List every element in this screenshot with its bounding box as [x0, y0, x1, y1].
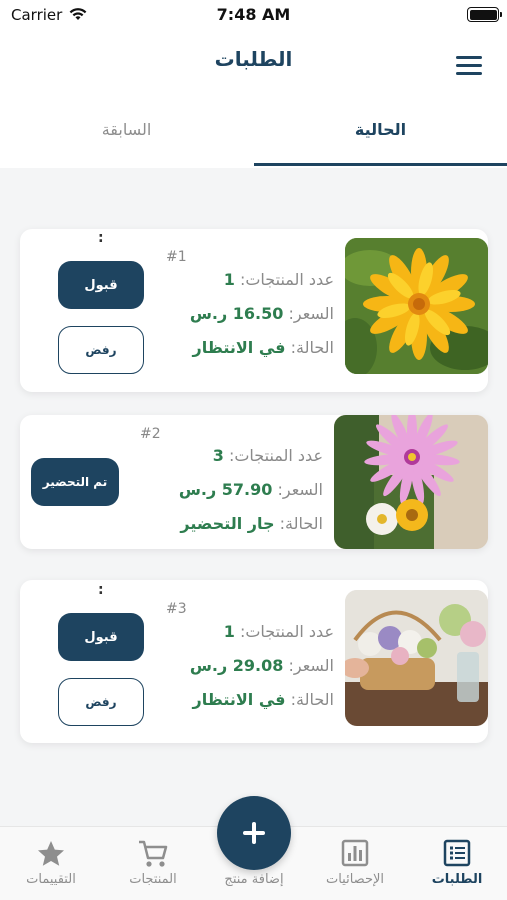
battery-icon — [467, 7, 502, 22]
tab-orders[interactable]: الطلبات — [407, 827, 507, 900]
accept-button[interactable]: قبول — [58, 261, 144, 309]
count-label: عدد المنتجات: — [228, 446, 323, 465]
statistics-chart-icon — [341, 839, 369, 871]
order-separator: : — [98, 582, 104, 598]
order-status-line: الحالة: في الانتظار — [193, 338, 334, 357]
order-number: #2 — [140, 426, 161, 442]
tab-statistics-label: الإحصائيات — [325, 872, 385, 887]
order-image-flower-basket — [345, 590, 488, 726]
price-value: 29.08 ر.س — [189, 656, 284, 675]
order-count-line: عدد المنتجات: 1 — [224, 622, 334, 641]
page-title: الطلبات — [214, 47, 293, 71]
reject-button[interactable]: رفض — [58, 678, 144, 726]
clock: 7:48 AM — [216, 5, 291, 24]
order-separator: : — [98, 230, 104, 246]
count-value: 1 — [223, 622, 235, 641]
status-label: الحالة: — [279, 514, 323, 533]
order-number: #3 — [166, 601, 187, 617]
reject-button[interactable]: رفض — [58, 326, 144, 374]
order-count-line: عدد المنتجات: 3 — [213, 446, 323, 465]
add-product-label: إضافة منتج — [224, 872, 284, 887]
price-label: السعر: — [288, 656, 334, 675]
header-area: Carrier 7:48 AM الطلبات الحالية السابقة — [0, 0, 507, 168]
active-tab-indicator — [254, 163, 507, 166]
order-status-line: الحالة: جار التحضير — [180, 514, 323, 533]
order-image-pink-flower — [334, 415, 488, 549]
tab-previous[interactable]: السابقة — [0, 120, 253, 139]
orders-list-icon — [443, 839, 471, 871]
status-bar: Carrier 7:48 AM — [0, 0, 507, 32]
tab-products[interactable]: المنتجات — [103, 827, 203, 900]
tab-reviews-label: التقييمات — [26, 872, 76, 887]
status-value: في الانتظار — [192, 690, 286, 709]
status-label: الحالة: — [290, 690, 334, 709]
price-label: السعر: — [288, 304, 334, 323]
price-label: السعر: — [277, 480, 323, 499]
price-value: 57.90 ر.س — [178, 480, 273, 499]
hamburger-menu-icon[interactable] — [456, 56, 482, 76]
count-label: عدد المنتجات: — [239, 622, 334, 641]
status-value: جار التحضير — [180, 514, 275, 533]
count-label: عدد المنتجات: — [239, 270, 334, 289]
tab-current[interactable]: الحالية — [254, 120, 507, 139]
status-label: الحالة: — [290, 338, 334, 357]
order-number: #1 — [166, 249, 187, 265]
order-image-yellow-flower — [345, 238, 488, 374]
star-icon — [36, 839, 66, 873]
tab-orders-label: الطلبات — [431, 872, 483, 887]
mark-prepared-button[interactable]: تم التحضير — [31, 458, 119, 506]
add-product-button[interactable] — [217, 796, 291, 870]
shopping-cart-icon — [137, 839, 169, 873]
accept-button[interactable]: قبول — [58, 613, 144, 661]
order-status-line: الحالة: في الانتظار — [193, 690, 334, 709]
count-value: 3 — [212, 446, 224, 465]
price-value: 16.50 ر.س — [189, 304, 284, 323]
order-count-line: عدد المنتجات: 1 — [224, 270, 334, 289]
order-price-line: السعر: 57.90 ر.س — [179, 480, 323, 499]
count-value: 1 — [223, 270, 235, 289]
tab-statistics[interactable]: الإحصائيات — [305, 827, 405, 900]
order-price-line: السعر: 16.50 ر.س — [190, 304, 334, 323]
tab-products-label: المنتجات — [129, 872, 177, 887]
order-price-line: السعر: 29.08 ر.س — [190, 656, 334, 675]
status-value: في الانتظار — [192, 338, 286, 357]
tab-reviews[interactable]: التقييمات — [1, 827, 101, 900]
